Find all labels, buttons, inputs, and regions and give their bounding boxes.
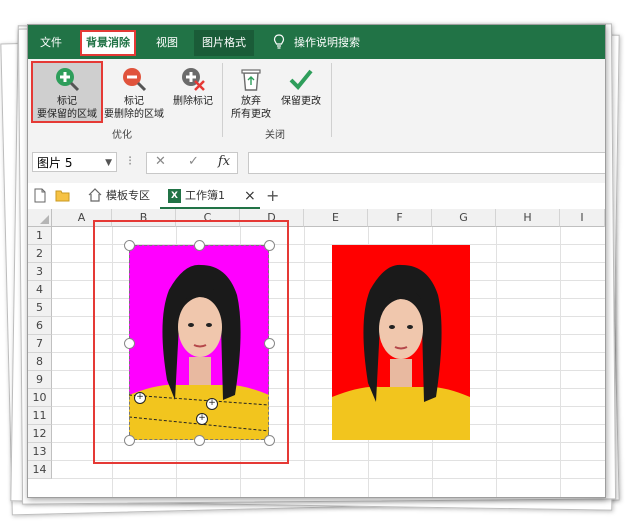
home-icon — [88, 188, 102, 202]
tab-picture-format[interactable]: 图片格式 — [194, 30, 254, 56]
gridline — [52, 478, 605, 479]
document-tab-bar: 模板专区 X 工作簿1 × + — [28, 183, 605, 210]
formula-input[interactable] — [248, 152, 605, 174]
new-tab-button[interactable]: + — [266, 188, 279, 204]
resize-handle-bottom-left[interactable] — [124, 435, 135, 446]
checkmark-icon — [289, 69, 313, 90]
excel-window: 文件 背景消除 视图 图片格式 操作说明搜索 标记 要保留的区域 标记 要删除的… — [27, 24, 606, 498]
resize-handle-bottom-right[interactable] — [264, 435, 275, 446]
mark-remove-label-2: 要删除的区域 — [104, 109, 164, 120]
resize-handle-left[interactable] — [124, 338, 135, 349]
row-header-12[interactable]: 12 — [28, 425, 52, 443]
mark-keep-label-1: 标记 — [57, 96, 77, 107]
name-box[interactable]: 图片 5 ▼ — [32, 152, 117, 172]
tab-file[interactable]: 文件 — [36, 33, 66, 53]
tab-template-zone[interactable]: 模板专区 — [106, 188, 150, 204]
resize-handle-top-left[interactable] — [124, 240, 135, 251]
mark-remove-icon — [123, 68, 147, 92]
resize-handle-bottom[interactable] — [194, 435, 205, 446]
workbook-name: 工作簿1 — [185, 189, 225, 202]
row-header-13[interactable]: 13 — [28, 443, 52, 461]
photo-original-red-background[interactable] — [332, 245, 470, 440]
tab-background-removal[interactable]: 背景消除 — [80, 30, 136, 56]
row-header-10[interactable]: 10 — [28, 389, 52, 407]
mark-remove-label-1: 标记 — [124, 96, 144, 107]
row-header-1[interactable]: 1 — [28, 227, 52, 245]
column-header-f[interactable]: F — [368, 209, 432, 227]
mark-areas-to-remove-button[interactable]: 标记 要删除的区域 — [100, 63, 168, 121]
ribbon-separator — [222, 63, 223, 137]
discard-all-changes-button[interactable]: 放弃 所有更改 — [227, 63, 275, 121]
tab-view[interactable]: 视图 — [152, 33, 182, 53]
keep-mark-plus-icon[interactable]: + — [206, 398, 218, 410]
group-label-refine: 优化 — [112, 130, 132, 141]
row-header-3[interactable]: 3 — [28, 263, 52, 281]
recycle-bin-icon — [241, 69, 261, 91]
picture-selection-border — [129, 245, 269, 440]
formula-bar: 图片 5 ▼ ⁝ ✕ ✓ fx — [28, 143, 605, 183]
open-folder-icon[interactable] — [55, 189, 70, 202]
keep-mark-plus-icon[interactable]: + — [196, 413, 208, 425]
close-tab-icon[interactable]: × — [244, 188, 256, 204]
discard-label-2: 所有更改 — [231, 109, 271, 120]
ribbon-tab-bar: 文件 背景消除 视图 图片格式 操作说明搜索 — [28, 25, 605, 59]
keep-changes-label: 保留更改 — [281, 96, 321, 107]
row-header-6[interactable]: 6 — [28, 317, 52, 335]
mark-keep-icon — [56, 68, 80, 92]
gridline — [304, 227, 305, 497]
column-header-e[interactable]: E — [304, 209, 368, 227]
delete-mark-button[interactable]: 删除标记 — [168, 63, 218, 108]
column-header-h[interactable]: H — [496, 209, 560, 227]
gridline — [496, 227, 497, 497]
resize-handle-top[interactable] — [194, 240, 205, 251]
gridline — [560, 227, 561, 497]
portrait-figure — [332, 264, 470, 440]
name-box-value: 图片 5 — [37, 156, 73, 170]
lightbulb-icon — [273, 34, 285, 49]
chevron-down-icon[interactable]: ▼ — [105, 153, 112, 173]
row-header-7[interactable]: 7 — [28, 335, 52, 353]
more-options-icon[interactable]: ⁝ — [128, 152, 132, 172]
column-header-i[interactable]: I — [560, 209, 605, 227]
row-header-5[interactable]: 5 — [28, 299, 52, 317]
row-header-8[interactable]: 8 — [28, 353, 52, 371]
delete-mark-icon — [182, 68, 205, 91]
row-header-9[interactable]: 9 — [28, 371, 52, 389]
keep-changes-button[interactable]: 保留更改 — [275, 63, 327, 108]
row-header-11[interactable]: 11 — [28, 407, 52, 425]
enter-formula-icon[interactable]: ✓ — [188, 152, 199, 172]
new-document-icon[interactable] — [34, 188, 46, 203]
insert-function-icon[interactable]: fx — [218, 152, 230, 172]
resize-handle-top-right[interactable] — [264, 240, 275, 251]
mark-areas-to-keep-button[interactable]: 标记 要保留的区域 — [31, 61, 103, 123]
group-label-close: 关闭 — [265, 130, 285, 141]
keep-mark-plus-icon[interactable]: + — [134, 392, 146, 404]
workbook-tab-label: X 工作簿1 — [168, 188, 225, 204]
excel-file-icon: X — [168, 189, 181, 203]
search-help-box[interactable]: 操作说明搜索 — [290, 33, 364, 53]
delete-mark-label: 删除标记 — [173, 96, 213, 107]
row-header-2[interactable]: 2 — [28, 245, 52, 263]
ribbon-panel: 标记 要保留的区域 标记 要删除的区域 删除标记 优化 放弃 所有更改 保留更改… — [28, 59, 605, 144]
resize-handle-right[interactable] — [264, 338, 275, 349]
row-header-4[interactable]: 4 — [28, 281, 52, 299]
ribbon-separator-end — [331, 63, 332, 137]
row-header-14[interactable]: 14 — [28, 461, 52, 479]
cancel-formula-icon[interactable]: ✕ — [155, 152, 166, 172]
select-all-corner[interactable] — [28, 209, 52, 227]
column-header-g[interactable]: G — [432, 209, 496, 227]
mark-keep-label-2: 要保留的区域 — [37, 109, 97, 120]
discard-label-1: 放弃 — [241, 96, 261, 107]
